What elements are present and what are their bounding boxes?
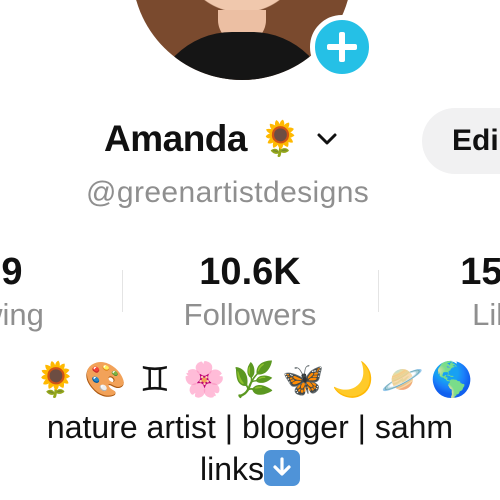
sunflower-emoji-icon: 🌻 <box>258 120 302 158</box>
blossom-emoji-icon: 🌸 <box>183 361 226 399</box>
stats-divider-right <box>378 270 379 312</box>
followers-stat[interactable]: 10.6K Followers <box>160 251 340 333</box>
followers-count: 10.6K <box>199 251 301 293</box>
likes-count: 159 <box>460 251 500 293</box>
profile-page: Amanda 🌻 Edi @greenartistdesigns 9 wing … <box>0 0 500 500</box>
stats-divider-left <box>122 270 123 312</box>
herb-emoji-icon: 🌿 <box>232 361 276 399</box>
add-profile-photo-button[interactable] <box>310 15 374 79</box>
edit-profile-button[interactable]: Edi <box>422 108 500 174</box>
name-row: Amanda 🌻 <box>104 112 339 166</box>
following-stat[interactable]: 9 wing <box>0 251 77 333</box>
moon-emoji-icon: 🌙 <box>331 361 375 399</box>
likes-stat[interactable]: 159 Lik <box>427 251 500 333</box>
following-count: 9 <box>1 251 23 293</box>
likes-label: Lik <box>472 297 500 332</box>
username: @greenartistdesigns <box>86 176 370 209</box>
palette-emoji-icon: 🎨 <box>84 361 127 399</box>
bio-text: nature artist | blogger | sahm <box>46 409 454 445</box>
profile-name: Amanda <box>104 118 247 159</box>
gemini-emoji-icon: ♊ <box>139 361 171 399</box>
bio-links-text: links <box>199 451 264 487</box>
followers-label: Followers <box>183 297 317 332</box>
chevron-down-icon[interactable] <box>315 127 339 151</box>
butterfly-emoji-icon: 🦋 <box>282 361 325 399</box>
planet-emoji-icon: 🪐 <box>381 361 424 399</box>
arrow-down-emoji-icon <box>264 450 300 486</box>
globe-emoji-icon: 🌎 <box>430 361 474 399</box>
bio-emoji-row: 🌻 🎨 ♊ 🌸 🌿 🦋 🌙 🪐 🌎 <box>34 363 474 397</box>
following-label: wing <box>0 297 44 332</box>
bio-links-line[interactable]: links <box>0 450 500 488</box>
sunflower-emoji-icon: 🌻 <box>34 361 78 399</box>
